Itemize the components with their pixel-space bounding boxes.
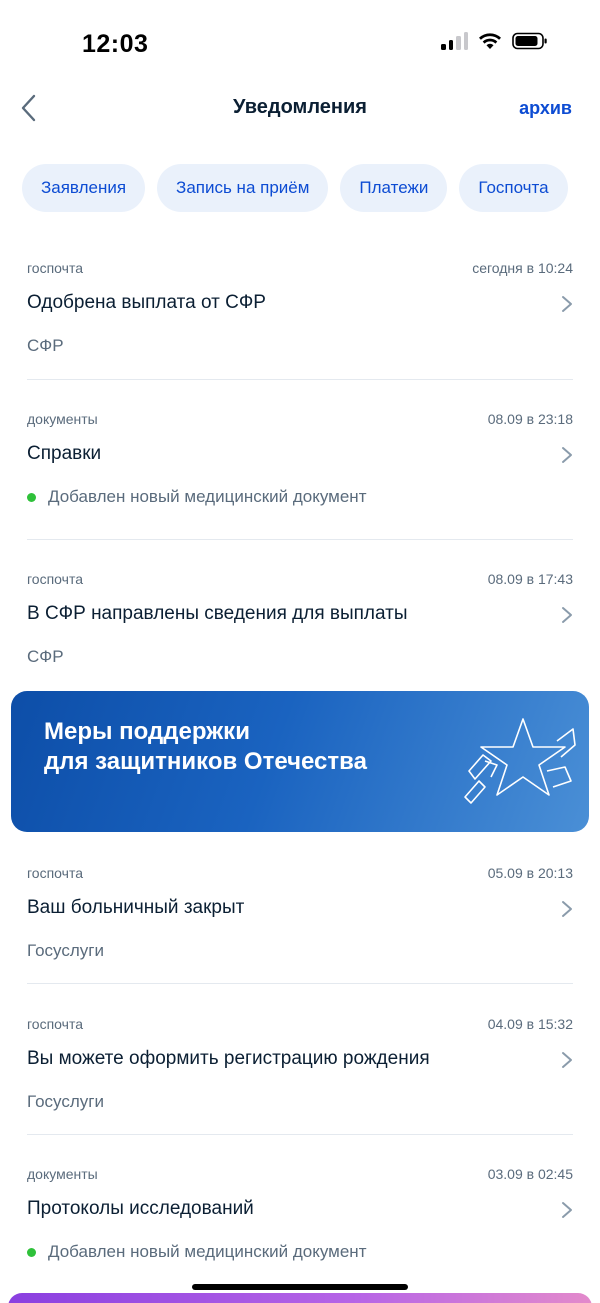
cellular-signal-icon (441, 32, 468, 50)
notification-category: документы (27, 1166, 98, 1182)
notification-source: Госуслуги (27, 941, 104, 960)
chip-gospochta[interactable]: Госпочта (459, 164, 568, 212)
notification-status: Добавлен новый медицинский документ (27, 1242, 366, 1262)
new-indicator-dot (27, 1247, 36, 1257)
divider (27, 539, 573, 540)
chip-appointments[interactable]: Запись на приём (157, 164, 329, 212)
status-icons (441, 32, 548, 50)
chevron-right-icon (562, 1052, 572, 1068)
page-title: Уведомления (233, 96, 367, 118)
notification-category: госпочта (27, 571, 83, 587)
bottom-banner-edge (8, 1293, 592, 1303)
notification-title: В СФР направлены сведения для выплаты (27, 603, 408, 624)
notification-date: сегодня в 10:24 (472, 260, 573, 276)
notification-title: Ваш больничный закрыт (27, 897, 245, 918)
banner-text: Меры поддержки для защитников Отечества (44, 717, 367, 777)
notification-date: 08.09 в 23:18 (487, 411, 573, 427)
navigation-bar: Уведомления архив (0, 80, 600, 136)
wifi-icon (479, 33, 501, 49)
notification-category: госпочта (27, 260, 83, 276)
notification-category: госпочта (27, 865, 83, 881)
archive-link[interactable]: архив (519, 98, 572, 119)
chevron-right-icon (562, 296, 572, 312)
status-bar: 12:03 (0, 0, 600, 90)
status-time: 12:03 (82, 30, 149, 58)
banner-line-1: Меры поддержки (44, 718, 250, 745)
star-icon (464, 718, 576, 804)
notification-date: 08.09 в 17:43 (487, 571, 573, 587)
chevron-right-icon (562, 901, 572, 917)
chevron-right-icon (562, 447, 572, 463)
notification-title: Вы можете оформить регистрацию рождения (27, 1048, 430, 1069)
notification-date: 03.09 в 02:45 (487, 1166, 573, 1182)
filter-chips: Заявления Запись на приём Платежи Госпоч… (22, 164, 568, 212)
divider (27, 379, 573, 380)
chevron-right-icon (562, 607, 572, 623)
notification-source: Госуслуги (27, 1092, 104, 1111)
chip-applications[interactable]: Заявления (22, 164, 146, 212)
notification-category: документы (27, 411, 98, 427)
notification-title: Справки (27, 443, 102, 464)
new-indicator-dot (27, 492, 36, 502)
chevron-right-icon (562, 1202, 572, 1218)
chip-payments[interactable]: Платежи (340, 164, 448, 212)
promo-banner[interactable]: Меры поддержки для защитников Отечества (11, 691, 589, 832)
notification-source: СФР (27, 336, 64, 355)
divider (27, 1134, 573, 1135)
notification-title: Протоколы исследований (27, 1198, 254, 1219)
notification-date: 04.09 в 15:32 (487, 1016, 573, 1032)
banner-line-2: для защитников Отечества (44, 748, 367, 775)
home-indicator (192, 1284, 408, 1290)
notification-status: Добавлен новый медицинский документ (27, 487, 366, 507)
notification-category: госпочта (27, 1016, 83, 1032)
notification-date: 05.09 в 20:13 (487, 865, 573, 881)
battery-icon (512, 32, 547, 50)
notification-source: СФР (27, 647, 64, 666)
notification-title: Одобрена выплата от СФР (27, 292, 266, 313)
divider (27, 983, 573, 984)
